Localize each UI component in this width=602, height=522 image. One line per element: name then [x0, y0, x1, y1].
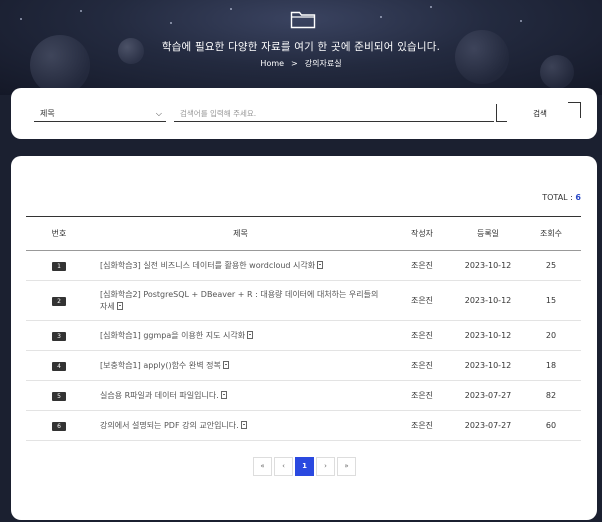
post-title-link[interactable]: [심화학습1] ggmpa을 이용한 지도 시각화 [100, 331, 245, 340]
table-row[interactable]: 5 실습용 R파일과 데이터 파일입니다. 조은진 2023-07-27 82 [26, 381, 581, 411]
column-header-author: 작성자 [410, 229, 434, 238]
attachment-icon [220, 390, 227, 399]
pagination: « ‹ 1 › » [253, 457, 356, 477]
search-panel: 제목 ⌵ 검색 [11, 88, 597, 139]
attachment-icon [317, 260, 324, 269]
decorative-star [20, 18, 22, 20]
row-author: 조은진 [410, 391, 434, 400]
post-title-link[interactable]: 실습용 R파일과 데이터 파일입니다. [100, 391, 219, 400]
attachment-icon [222, 360, 229, 369]
row-number-cell: 2 [26, 281, 92, 321]
column-header-title: 제목 [233, 229, 248, 238]
decorative-star [430, 6, 432, 8]
chevron-down-icon: ⌵ [155, 109, 162, 118]
board-list-panel: TOTAL : 6 번호 제목 작성자 등록일 조회수 1 [심화학습3] 실전… [11, 156, 597, 520]
row-title-cell: [심화학습1] ggmpa을 이용한 지도 시각화 [92, 321, 389, 351]
table-header-row: 번호 제목 작성자 등록일 조회수 [26, 216, 581, 251]
row-number-cell: 6 [26, 411, 92, 441]
decorative-star [230, 8, 232, 10]
board-table: 번호 제목 작성자 등록일 조회수 1 [심화학습3] 실전 비즈니스 데이터를… [26, 216, 581, 441]
decorative-star [380, 16, 382, 18]
row-date: 2023-10-12 [464, 331, 512, 340]
row-title-cell: [보충학습1] apply()함수 완벽 정복 [92, 351, 389, 381]
row-views: 20 [545, 331, 557, 340]
breadcrumb-separator: > [291, 59, 298, 68]
search-input[interactable] [174, 105, 494, 122]
row-views: 15 [545, 296, 557, 305]
table-row[interactable]: 4 [보충학습1] apply()함수 완벽 정복 조은진 2023-10-12… [26, 351, 581, 381]
breadcrumb-home[interactable]: Home [260, 59, 284, 68]
row-number-badge: 3 [52, 331, 66, 341]
hero-banner: 학습에 필요한 다양한 자료를 여기 한 곳에 준비되어 있습니다. Home >… [0, 0, 602, 95]
row-title-cell: 강의에서 설명되는 PDF 강의 교안입니다. [92, 411, 389, 441]
row-number-cell: 4 [26, 351, 92, 381]
column-header-number: 번호 [51, 229, 67, 238]
search-button[interactable]: 검색 [507, 102, 573, 124]
row-views: 25 [545, 261, 557, 270]
row-number-cell: 5 [26, 381, 92, 411]
first-page-button[interactable]: « [253, 457, 272, 476]
breadcrumb: Home > 강의자료실 [0, 58, 602, 69]
row-author: 조은진 [410, 261, 434, 270]
column-header-views: 조회수 [539, 229, 563, 238]
button-corner-decoration [568, 102, 581, 118]
column-header-date: 등록일 [476, 229, 500, 238]
row-title-cell: [심화학습2] PostgreSQL + DBeaver + R : 대용량 데… [92, 281, 389, 321]
total-count-value: 6 [575, 193, 581, 202]
post-title-link[interactable]: [심화학습3] 실전 비즈니스 데이터를 활용한 wordcloud 시각화 [100, 261, 315, 270]
next-page-button[interactable]: › [316, 457, 335, 476]
folder-icon [290, 11, 316, 29]
row-views: 18 [545, 361, 557, 370]
page-heading: 학습에 필요한 다양한 자료를 여기 한 곳에 준비되어 있습니다. [161, 41, 441, 53]
row-number-badge: 4 [52, 361, 66, 371]
attachment-icon [116, 301, 123, 310]
table-row[interactable]: 1 [심화학습3] 실전 비즈니스 데이터를 활용한 wordcloud 시각화… [26, 251, 581, 281]
table-row[interactable]: 2 [심화학습2] PostgreSQL + DBeaver + R : 대용량… [26, 281, 581, 321]
row-views: 60 [545, 421, 557, 430]
search-field-select[interactable]: 제목 ⌵ [34, 105, 166, 122]
prev-page-button[interactable]: ‹ [274, 457, 293, 476]
row-number-badge: 6 [52, 421, 66, 431]
row-number-badge: 2 [52, 296, 66, 306]
row-author: 조은진 [410, 296, 434, 305]
row-date: 2023-07-27 [464, 391, 512, 400]
decorative-star [80, 10, 82, 12]
post-title-link[interactable]: 강의에서 설명되는 PDF 강의 교안입니다. [100, 421, 239, 430]
decorative-star [170, 22, 172, 24]
row-number-badge: 1 [52, 261, 66, 271]
last-page-button[interactable]: » [337, 457, 356, 476]
row-number-cell: 3 [26, 321, 92, 351]
row-author: 조은진 [410, 361, 434, 370]
row-title-cell: 실습용 R파일과 데이터 파일입니다. [92, 381, 389, 411]
row-date: 2023-10-12 [464, 296, 512, 305]
row-author: 조은진 [410, 331, 434, 340]
total-label: TOTAL : [542, 193, 576, 202]
decorative-star [520, 20, 522, 22]
table-row[interactable]: 3 [심화학습1] ggmpa을 이용한 지도 시각화 조은진 2023-10-… [26, 321, 581, 351]
row-author: 조은진 [410, 421, 434, 430]
table-row[interactable]: 6 강의에서 설명되는 PDF 강의 교안입니다. 조은진 2023-07-27… [26, 411, 581, 441]
row-date: 2023-10-12 [464, 261, 512, 270]
row-date: 2023-07-27 [464, 421, 512, 430]
total-count: TOTAL : 6 [542, 193, 581, 202]
row-views: 82 [545, 391, 557, 400]
post-title-link[interactable]: [심화학습2] PostgreSQL + DBeaver + R : 대용량 데… [100, 290, 378, 311]
attachment-icon [247, 330, 254, 339]
row-number-badge: 5 [52, 391, 66, 401]
attachment-icon [240, 420, 247, 429]
search-field-value: 제목 [40, 109, 55, 118]
post-title-link[interactable]: [보충학습1] apply()함수 완벽 정복 [100, 361, 221, 370]
breadcrumb-current: 강의자료실 [304, 59, 342, 68]
row-number-cell: 1 [26, 251, 92, 281]
row-date: 2023-10-12 [464, 361, 512, 370]
row-title-cell: [심화학습3] 실전 비즈니스 데이터를 활용한 wordcloud 시각화 [92, 251, 389, 281]
page-number-button[interactable]: 1 [295, 457, 314, 476]
